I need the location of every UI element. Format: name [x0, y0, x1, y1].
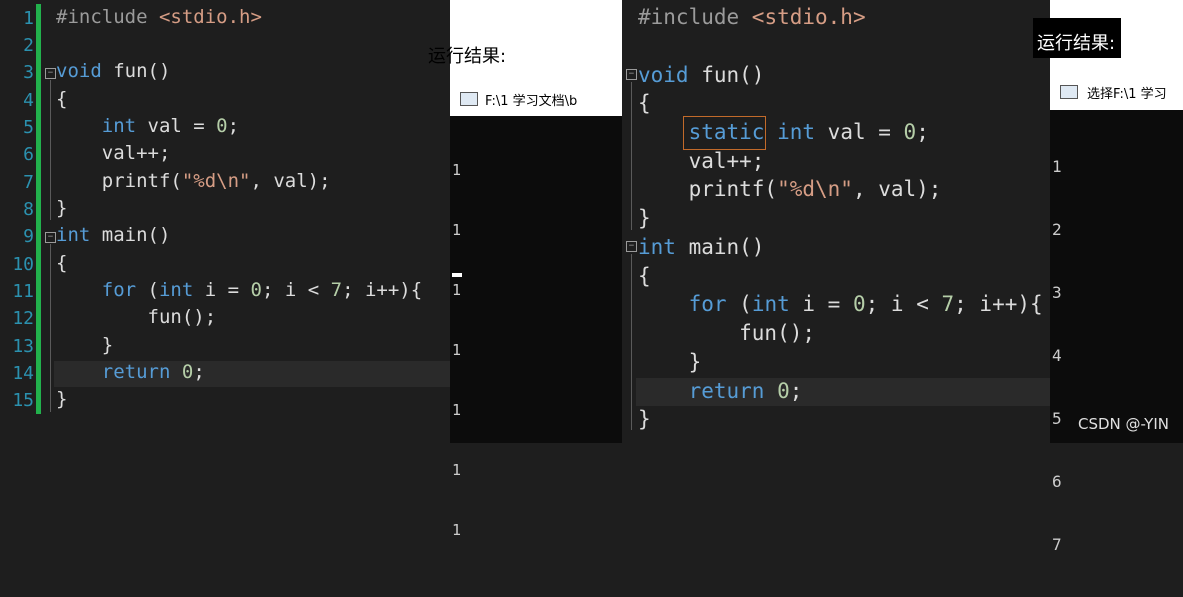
- left-code-editor[interactable]: 1 2 3 4 5 6 7 8 9 10 11 12 13 14 15 − − …: [0, 0, 450, 443]
- code-line: return 0;: [101, 361, 205, 383]
- line-number: 9: [23, 226, 34, 247]
- line-number: 2: [23, 35, 34, 56]
- line-number: 3: [23, 62, 34, 83]
- line-number: 6: [23, 144, 34, 165]
- right-console-window[interactable]: 选择F:\1 学习 1 2 3 4 5 6 7: [1050, 72, 1183, 554]
- code-line: printf("%d\n", val);: [638, 177, 942, 201]
- code-line: }: [56, 388, 68, 410]
- output-line: 7: [1052, 535, 1062, 554]
- left-result-panel: 运行结果: F:\1 学习文档\b 1 1 1 1 1 1 1: [428, 0, 622, 539]
- line-number: 8: [23, 199, 34, 220]
- line-number: 13: [12, 336, 34, 357]
- output-line: 1: [452, 341, 462, 359]
- fold-guide: [631, 82, 632, 230]
- result-label: 运行结果:: [1037, 33, 1116, 54]
- line-number: 15: [12, 390, 34, 411]
- collapse-icon[interactable]: −: [45, 232, 56, 243]
- code-line: void fun(): [56, 60, 171, 82]
- output-line: 1: [452, 521, 462, 539]
- console-title-bar[interactable]: 选择F:\1 学习: [1050, 72, 1183, 110]
- code-line: {: [638, 91, 651, 115]
- code-line: for (int i = 0; i < 7; i++){: [688, 292, 1043, 316]
- line-number: 5: [23, 117, 34, 138]
- output-line: 1: [452, 461, 462, 479]
- console-title-bar[interactable]: F:\1 学习文档\b: [450, 80, 622, 116]
- output-line: 2: [1052, 220, 1062, 239]
- collapse-icon[interactable]: −: [626, 241, 637, 252]
- result-label-bg: 运行结果:: [1033, 18, 1121, 58]
- result-label: 运行结果:: [428, 46, 507, 67]
- code-line: return 0;: [688, 379, 803, 403]
- code-line: fun();: [56, 306, 217, 328]
- console-cursor: [452, 273, 462, 277]
- line-number: 4: [23, 90, 34, 111]
- output-line: 1: [452, 221, 462, 239]
- output-line: 4: [1052, 346, 1062, 365]
- fold-guide: [50, 80, 51, 220]
- code-line: printf("%d\n", val);: [56, 170, 331, 192]
- code-line: {: [56, 252, 68, 274]
- console-app-icon: [1060, 85, 1078, 99]
- code-line: int val = 0;: [101, 115, 240, 137]
- collapse-icon[interactable]: −: [626, 69, 637, 80]
- code-line: #include <stdio.h>: [56, 6, 262, 28]
- right-result-panel: 运行结果: 选择F:\1 学习 1 2 3 4 5 6 7 CSDN @-YIN: [1033, 0, 1183, 554]
- code-line: }: [56, 197, 68, 219]
- console-title: 选择F:\1 学习: [1087, 87, 1167, 102]
- line-number: 14: [12, 363, 34, 384]
- code-line: }: [638, 350, 702, 374]
- code-line: }: [638, 407, 651, 431]
- code-line: {: [56, 88, 68, 110]
- collapse-icon[interactable]: −: [45, 68, 56, 79]
- line-number: 11: [12, 281, 34, 302]
- console-output: 1 1 1 1 1 1 1: [452, 120, 506, 580]
- code-line: val++;: [56, 142, 171, 164]
- fold-guide: [50, 244, 51, 412]
- code-line: #include <stdio.h>: [638, 5, 866, 29]
- code-line: static int val = 0;: [688, 120, 929, 144]
- console-output: 1 2 3 4 5 6 7: [1052, 114, 1110, 597]
- line-number: 7: [23, 172, 34, 193]
- output-line: 1: [1052, 157, 1062, 176]
- left-console-window[interactable]: F:\1 学习文档\b 1 1 1 1 1 1 1: [450, 80, 622, 539]
- left-line-gutter: 1 2 3 4 5 6 7 8 9 10 11 12 13 14 15: [0, 0, 34, 443]
- output-line: 1: [452, 401, 462, 419]
- line-number: 10: [12, 254, 34, 275]
- code-line: void fun(): [638, 63, 765, 87]
- right-code-editor[interactable]: − − #include <stdio.h> void fun() { stat…: [622, 0, 1052, 443]
- change-indicator-bar: [36, 4, 41, 414]
- output-line: 3: [1052, 283, 1062, 302]
- code-line: fun();: [638, 321, 816, 345]
- fold-guide: [631, 254, 632, 430]
- code-line: int main(): [638, 235, 765, 259]
- line-number: 1: [23, 8, 34, 29]
- console-title: F:\1 学习文档\b: [485, 94, 578, 109]
- output-line: 1: [452, 281, 462, 299]
- code-line: int main(): [56, 224, 171, 246]
- code-line: }: [56, 334, 114, 356]
- code-line: val++;: [638, 149, 765, 173]
- code-line: {: [638, 264, 651, 288]
- code-line: for (int i = 0; i < 7; i++){: [101, 279, 423, 301]
- output-line: 6: [1052, 472, 1062, 491]
- watermark: CSDN @-YIN: [1078, 415, 1169, 433]
- code-line: }: [638, 206, 651, 230]
- line-number: 12: [12, 308, 34, 329]
- output-line: 1: [452, 161, 462, 179]
- console-app-icon: [460, 92, 478, 106]
